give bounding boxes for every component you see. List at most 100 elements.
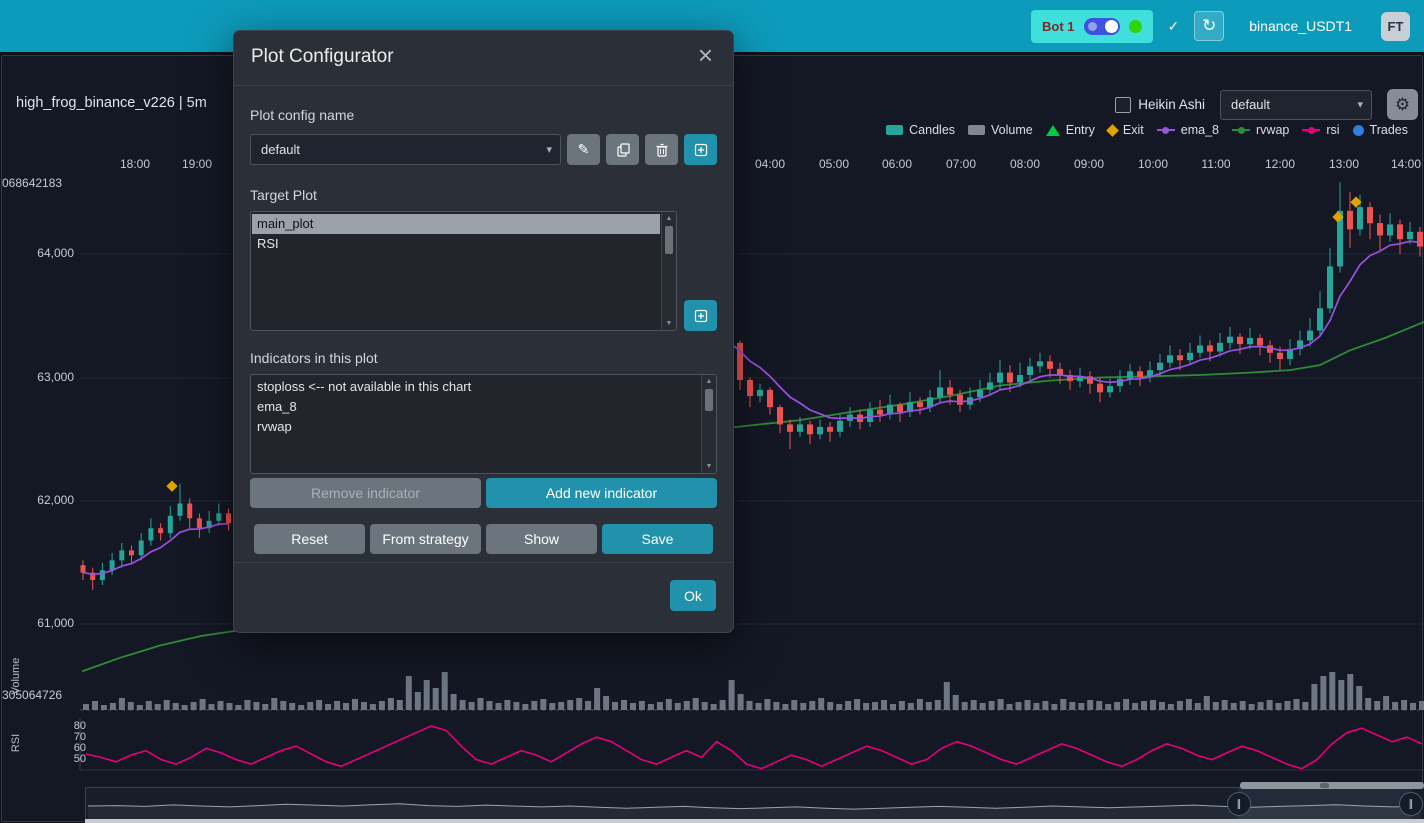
plot-configurator-button[interactable]: ⚙ [1387, 89, 1418, 120]
legend-item-candles[interactable]: Candles [886, 123, 955, 137]
reset-button[interactable]: Reset [254, 524, 365, 554]
heikin-ashi-checkbox[interactable] [1115, 97, 1131, 113]
indicator-item[interactable]: rvwap [252, 417, 700, 437]
bot-toggle[interactable] [1084, 18, 1120, 35]
datazoom-right-handle[interactable]: ∥ [1399, 792, 1423, 816]
config-actions-row: Reset From strategy Show Save [250, 524, 717, 554]
legend-item-entry[interactable]: Entry [1046, 123, 1095, 137]
datazoom-left-handle[interactable]: ∥ [1227, 792, 1251, 816]
plot-configurator-modal: Plot Configurator × Plot config name def… [233, 30, 734, 633]
add-config-button[interactable] [684, 134, 717, 165]
close-icon: × [698, 40, 713, 70]
indicator-rows: stoploss <-- not available in this chart… [252, 377, 700, 437]
x-axis-tick: 07:00 [946, 157, 976, 171]
avatar-label: FT [1388, 19, 1404, 34]
plot-config-select[interactable]: default ▾ [1220, 90, 1372, 120]
indicator-buttons-row: Remove indicator Add new indicator [250, 478, 717, 508]
legend-item-ema_8[interactable]: ema_8 [1157, 123, 1219, 137]
scroll-down-icon[interactable]: ▼ [706, 460, 713, 473]
horizontal-scrollbar[interactable] [1240, 782, 1424, 789]
indicators-label: Indicators in this plot [250, 350, 717, 366]
navigator-preview [86, 788, 1423, 819]
rsi-marker-icon [1302, 129, 1320, 131]
legend-item-rvwap[interactable]: rvwap [1232, 123, 1289, 137]
legend-item-volume[interactable]: Volume [968, 123, 1033, 137]
chart-legend: Candles Volume Entry Exit ema_8 rvwap rsi Trade… [886, 123, 1408, 137]
target-plot-label: Target Plot [250, 187, 717, 203]
indicators-listbox[interactable]: stoploss <-- not available in this chart… [250, 374, 717, 474]
scrollbar-grip[interactable] [1320, 783, 1329, 788]
rename-config-button[interactable]: ✎ [567, 134, 600, 165]
volume-marker-icon [968, 125, 985, 135]
close-button[interactable]: × [692, 40, 719, 70]
add-target-plot-button[interactable] [684, 300, 717, 331]
scroll-down-icon[interactable]: ▼ [666, 317, 673, 330]
legend-label: rsi [1326, 123, 1339, 137]
save-button[interactable]: Save [602, 524, 713, 554]
target-plot-item[interactable]: RSI [252, 234, 660, 254]
price-axis-tick: 63,000 [0, 370, 74, 384]
indicator-item[interactable]: ema_8 [252, 397, 700, 417]
datazoom-navigator[interactable] [85, 787, 1424, 822]
target-plot-listbox[interactable]: main_plotRSI ▲ ▼ [250, 211, 677, 331]
target-plot-item[interactable]: main_plot [252, 214, 660, 234]
legend-label: Trades [1370, 123, 1408, 137]
exit-marker-icon [1106, 124, 1119, 137]
remove-indicator-button[interactable]: Remove indicator [250, 478, 481, 508]
plot-config-select-value: default [1231, 97, 1270, 112]
config-row: default ▾ ✎ [250, 134, 717, 165]
list-scrollbar[interactable]: ▲ ▼ [701, 375, 716, 473]
x-axis-tick: 09:00 [1074, 157, 1104, 171]
copy-icon [615, 142, 631, 158]
legend-item-trades[interactable]: Trades [1353, 123, 1408, 137]
x-axis-tick: 06:00 [882, 157, 912, 171]
page-scrollbar[interactable] [85, 819, 1424, 823]
refresh-button[interactable]: ↻ [1194, 11, 1224, 41]
x-axis-tick: 11:00 [1201, 157, 1230, 171]
toggle-knob [1105, 20, 1118, 33]
legend-label: ema_8 [1181, 123, 1219, 137]
price-axis-max-label: 068642183 [2, 176, 62, 190]
refresh-icon: ↻ [1202, 16, 1216, 35]
add-new-indicator-button[interactable]: Add new indicator [486, 478, 717, 508]
scrollbar-thumb[interactable] [665, 226, 673, 254]
navbar-right-group: Bot 1 ✓ ↻ binance_USDT1 FT [1031, 10, 1424, 43]
price-axis-tick: 61,000 [0, 616, 74, 630]
freqtrade-ui: high_frog_binance_v226 | 5m Heikin Ashi … [0, 0, 1424, 823]
show-button[interactable]: Show [486, 524, 597, 554]
legend-label: Exit [1123, 123, 1144, 137]
x-axis-tick: 10:00 [1138, 157, 1168, 171]
modal-header: Plot Configurator × [234, 31, 733, 86]
x-axis-tick: 13:00 [1329, 157, 1359, 171]
datazoom-selected-window[interactable] [1238, 787, 1412, 821]
handle-grip-icon: ∥ [1409, 799, 1414, 810]
x-axis-tick: 12:00 [1265, 157, 1295, 171]
heikin-ashi-option[interactable]: Heikin Ashi [1115, 97, 1205, 113]
list-scrollbar[interactable]: ▲ ▼ [661, 212, 676, 330]
trash-icon [654, 142, 670, 158]
indicator-item[interactable]: stoploss <-- not available in this chart [252, 377, 700, 397]
config-select-value: default [261, 142, 300, 157]
legend-label: rvwap [1256, 123, 1289, 137]
ok-button[interactable]: Ok [670, 580, 716, 611]
delete-config-button[interactable] [645, 134, 678, 165]
ft-avatar[interactable]: FT [1381, 12, 1410, 41]
x-axis-tick: 05:00 [819, 157, 849, 171]
config-select[interactable]: default ▾ [250, 134, 561, 165]
x-axis-tick: 14:00 [1391, 157, 1421, 171]
duplicate-config-button[interactable] [606, 134, 639, 165]
scrollbar-thumb[interactable] [705, 389, 713, 411]
legend-item-exit[interactable]: Exit [1108, 123, 1144, 137]
target-plot-actions [684, 211, 717, 331]
legend-item-rsi[interactable]: rsi [1302, 123, 1339, 137]
bot-selector[interactable]: Bot 1 [1031, 10, 1153, 43]
x-axis-tick: 18:00 [120, 157, 150, 171]
scroll-up-icon[interactable]: ▲ [666, 212, 673, 225]
chart-title: high_frog_binance_v226 | 5m [16, 95, 207, 111]
scroll-up-icon[interactable]: ▲ [706, 375, 713, 388]
ema_8-marker-icon [1157, 129, 1175, 131]
chevron-down-icon: ▾ [1357, 98, 1363, 111]
legend-label: Volume [991, 123, 1033, 137]
from-strategy-button[interactable]: From strategy [370, 524, 481, 554]
x-axis-tick: 19:00 [182, 157, 212, 171]
